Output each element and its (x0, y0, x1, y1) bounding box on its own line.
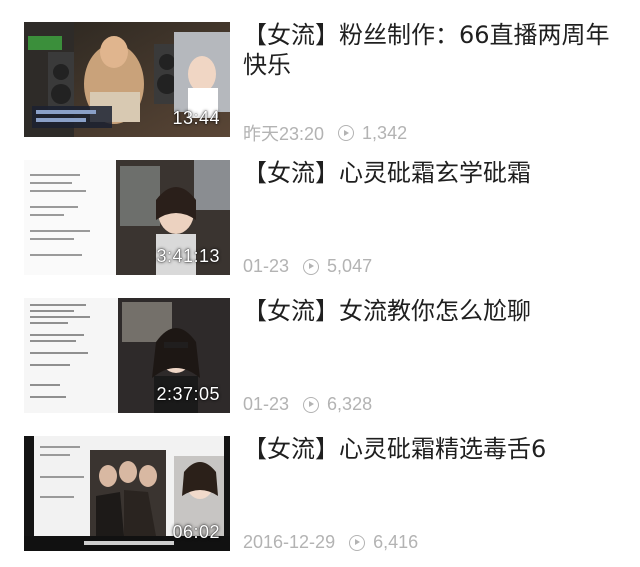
video-date: 2016-12-29 (243, 532, 336, 552)
video-title[interactable]: 【女流】女流教你怎么尬聊 (243, 296, 623, 326)
video-thumbnail[interactable]: 13:44 (24, 22, 230, 137)
video-thumbnail[interactable]: 06:02 (24, 436, 230, 551)
video-duration: 3:41:13 (156, 246, 220, 266)
video-date: 01-23 (243, 394, 290, 414)
video-thumbnail[interactable]: 3:41:13 (24, 160, 230, 275)
play-circle-icon (303, 396, 320, 413)
video-title[interactable]: 【女流】心灵砒霜精选毒舌6 (243, 434, 623, 464)
video-duration: 13:44 (172, 108, 220, 128)
video-meta: 昨天23:20 1,342 (243, 120, 407, 146)
play-circle-icon (303, 258, 320, 275)
video-views: 6,416 (373, 532, 419, 552)
video-thumbnail[interactable]: 2:37:05 (24, 298, 230, 413)
video-date: 01-23 (243, 256, 290, 276)
video-views: 5,047 (327, 256, 373, 276)
video-duration: 06:02 (172, 522, 220, 542)
video-date: 昨天23:20 (243, 124, 325, 144)
video-item[interactable]: 2:37:05 【女流】女流教你怎么尬聊 01-23 6,328 (0, 296, 640, 436)
play-circle-icon (338, 125, 355, 141)
video-title[interactable]: 【女流】粉丝制作：66直播两周年快乐 (243, 20, 623, 80)
play-circle-icon (349, 534, 366, 551)
video-meta: 2016-12-29 6,416 (243, 532, 418, 553)
video-duration: 2:37:05 (156, 384, 220, 404)
video-views: 1,342 (362, 122, 408, 143)
video-list: 13:44 【女流】粉丝制作：66直播两周年快乐 昨天23:20 1,342 3… (0, 0, 640, 567)
video-meta: 01-23 5,047 (243, 256, 372, 277)
video-item[interactable]: 13:44 【女流】粉丝制作：66直播两周年快乐 昨天23:20 1,342 (0, 20, 640, 160)
video-views: 6,328 (327, 394, 373, 414)
video-item[interactable]: 06:02 【女流】心灵砒霜精选毒舌6 2016-12-29 6,416 (0, 434, 640, 567)
video-item[interactable]: 3:41:13 【女流】心灵砒霜玄学砒霜 01-23 5,047 (0, 158, 640, 298)
video-meta: 01-23 6,328 (243, 394, 372, 415)
video-title[interactable]: 【女流】心灵砒霜玄学砒霜 (243, 158, 623, 188)
